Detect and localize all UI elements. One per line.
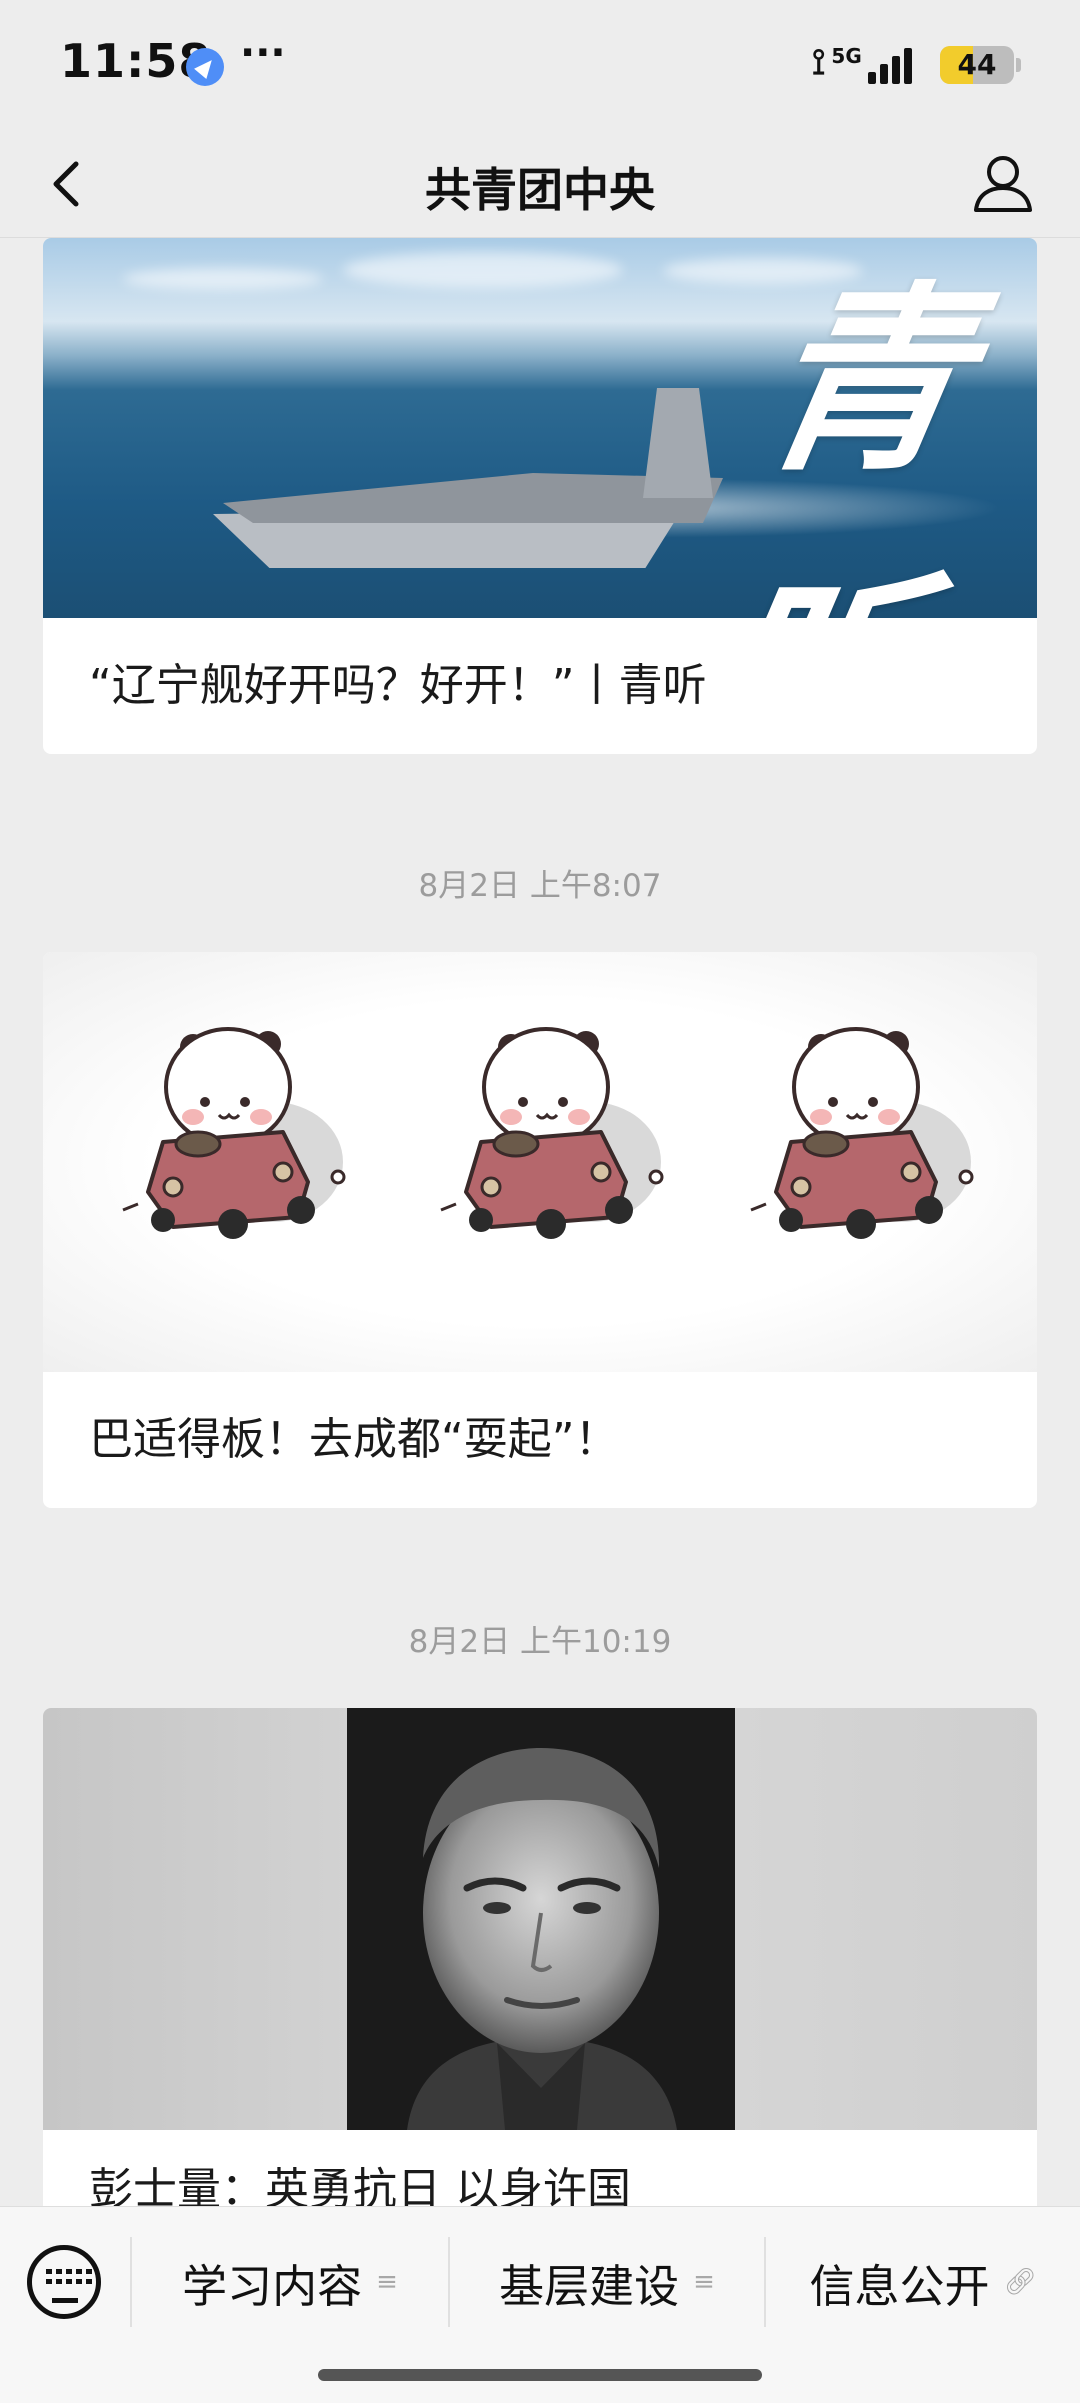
antenna-icon: ⟟	[812, 42, 826, 83]
link-icon: 🔗︎	[1003, 2267, 1037, 2297]
portrait-illustration-icon	[347, 1708, 735, 2130]
list-icon: ≡	[376, 2267, 398, 2297]
status-bar: 11:58 ··· ⟟ 5G 44	[0, 0, 1080, 130]
list-icon: ≡	[693, 2267, 715, 2297]
page-title: 共青团中央	[425, 163, 655, 217]
menu-label: 学习内容	[182, 2259, 363, 2313]
article-card[interactable]: 彭士量：英勇抗日 以身许国	[43, 1708, 1037, 2248]
profile-button[interactable]	[970, 150, 1036, 216]
battery-percent: 44	[957, 48, 997, 81]
panda-driving-car-illustration	[43, 952, 1037, 1372]
panda-illustration-icon	[121, 1027, 974, 1241]
more-status-indicator: ···	[240, 30, 286, 76]
battery-icon: 44	[940, 46, 1014, 84]
timestamp: 8月2日 上午8:07	[418, 868, 662, 904]
article-title: “辽宁舰好开吗？好开！”丨青听	[89, 660, 707, 711]
menu-label: 信息公开	[809, 2259, 990, 2313]
menu-label: 基层建设	[499, 2259, 680, 2313]
battery-tip	[1016, 58, 1021, 72]
article-card[interactable]: 青听 “辽宁舰好开吗？好开！”丨青听	[43, 238, 1037, 754]
article-title: 巴适得板！去成都“耍起”！	[89, 1414, 619, 1465]
location-icon	[186, 48, 224, 86]
cell-bars-icon	[867, 48, 912, 84]
nav-bar: 共青团中央	[0, 130, 1080, 238]
menu-item-study[interactable]: 学习内容 ≡	[132, 2237, 448, 2327]
timestamp: 8月2日 上午10:19	[408, 1624, 672, 1660]
menu-item-grassroots[interactable]: 基层建设 ≡	[450, 2237, 764, 2327]
article-card[interactable]: 巴适得板！去成都“耍起”！	[43, 952, 1037, 1508]
historical-portrait-photo	[43, 1708, 1037, 2130]
home-indicator[interactable]	[318, 2369, 762, 2381]
signal-indicator: ⟟ 5G	[812, 42, 912, 84]
person-icon	[974, 156, 1032, 212]
menu-item-disclosure[interactable]: 信息公开 🔗︎	[766, 2237, 1080, 2327]
keyboard-button[interactable]	[27, 2245, 101, 2319]
aircraft-carrier-image: 青听	[43, 238, 1037, 618]
network-type: 5G	[831, 44, 862, 68]
